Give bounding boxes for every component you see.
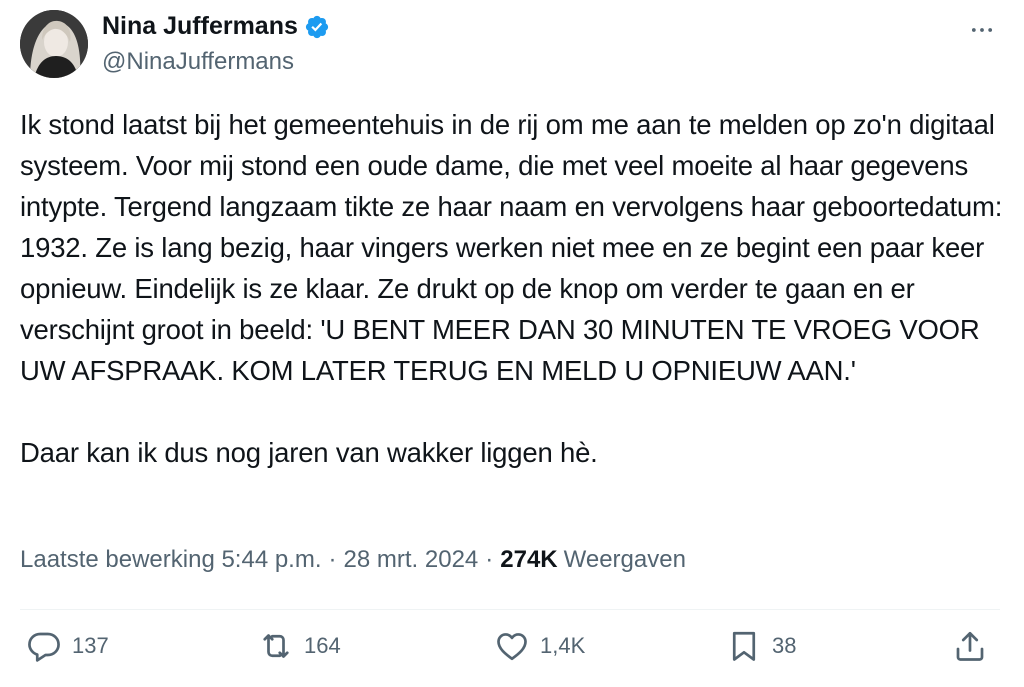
author-handle[interactable]: @NinaJuffermans [102,48,294,76]
share-button[interactable] [952,628,988,664]
bookmark-button[interactable]: 38 [726,628,796,664]
tweet-header: Nina Juffermans @NinaJuffermans [20,10,1004,82]
meta-separator: · [485,546,494,573]
like-count: 1,4K [540,633,586,658]
more-horizontal-icon[interactable] [964,12,1000,48]
bookmark-count: 38 [772,633,797,658]
repost-icon [263,634,289,658]
avatar[interactable] [20,10,88,78]
tweet-text: Ik stond laatst bij het gemeentehuis in … [20,109,1003,468]
views-count: 274K [500,546,558,573]
reply-button[interactable]: 137 [26,628,109,664]
meta-separator: · [328,546,337,573]
tweet-date[interactable]: 28 mrt. 2024 [344,546,479,574]
reply-icon [28,632,60,662]
share-icon [956,631,984,661]
heart-icon [497,633,527,661]
divider [20,609,1000,610]
like-button[interactable]: 1,4K [494,628,585,664]
author-name[interactable]: Nina Juffermans [102,12,298,41]
verified-badge-icon[interactable] [304,14,330,40]
edited-timestamp[interactable]: Laatste bewerking 5:44 p.m. [20,546,322,574]
bookmark-icon [732,631,756,661]
avatar-image [20,10,88,78]
tweet-meta: Laatste bewerking 5:44 p.m. · 28 mrt. 20… [20,546,686,574]
action-bar: 137 164 1,4K 38 [20,628,1004,676]
views-label: Weergaven [563,546,686,573]
repost-count: 164 [304,633,341,658]
repost-button[interactable]: 164 [258,628,341,664]
reply-count: 137 [72,633,109,658]
author-name-row: Nina Juffermans [102,12,330,41]
